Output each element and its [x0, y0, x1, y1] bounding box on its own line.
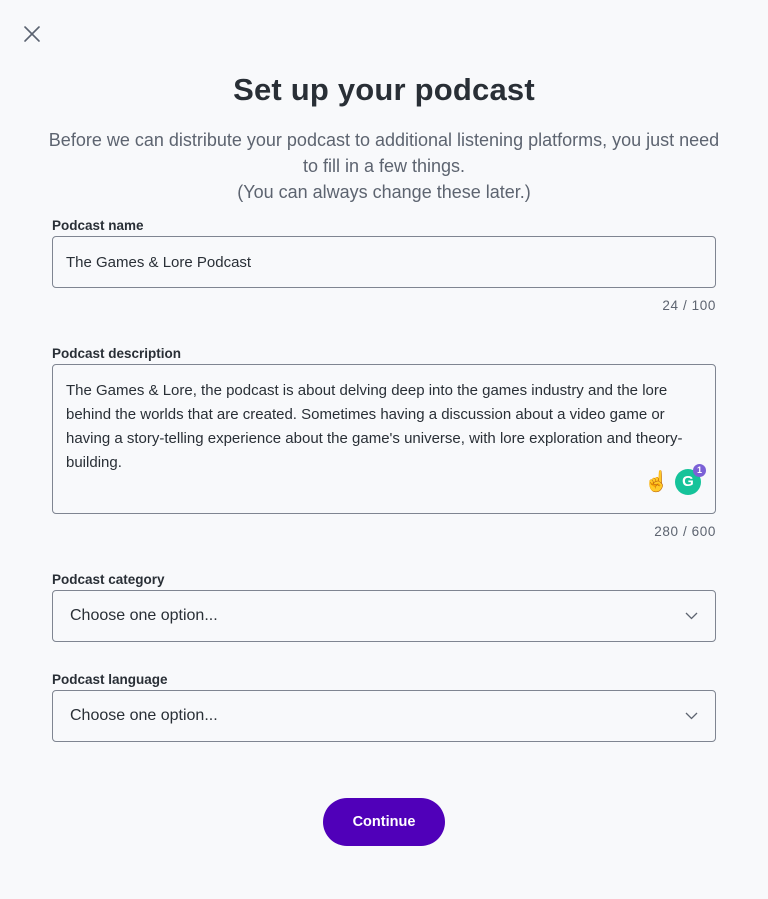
podcast-category-label: Podcast category: [52, 572, 165, 587]
close-button[interactable]: [20, 22, 44, 46]
podcast-category-select[interactable]: Choose one option...: [52, 590, 716, 642]
grammarly-count-badge: 1: [693, 464, 706, 477]
pointing-hand-icon[interactable]: ☝️: [644, 470, 669, 494]
setup-podcast-modal: Set up your podcast Before we can distri…: [0, 0, 768, 899]
podcast-name-label: Podcast name: [52, 218, 144, 233]
grammarly-icon[interactable]: G 1: [675, 464, 706, 495]
podcast-name-value: The Games & Lore Podcast: [66, 253, 252, 271]
subtitle-note: (You can always change these later.): [237, 182, 531, 202]
subtitle-text: Before we can distribute your podcast to…: [48, 130, 720, 176]
podcast-name-input[interactable]: The Games & Lore Podcast: [52, 236, 716, 288]
textarea-extension-icons: ☝️ G 1: [644, 464, 706, 495]
podcast-language-select[interactable]: Choose one option...: [52, 690, 716, 742]
page-title: Set up your podcast: [233, 72, 535, 107]
podcast-description-counter: 280 / 600: [654, 524, 716, 539]
podcast-description-value: The Games & Lore, the podcast is about d…: [66, 382, 683, 471]
page-subtitle: Before we can distribute your podcast to…: [40, 127, 728, 205]
close-icon[interactable]: [23, 25, 41, 43]
podcast-category-placeholder: Choose one option...: [70, 607, 218, 624]
podcast-language-placeholder: Choose one option...: [70, 707, 218, 724]
chevron-down-icon: [684, 709, 698, 723]
continue-button[interactable]: Continue: [323, 798, 445, 846]
grammarly-letter: G: [682, 473, 694, 490]
podcast-language-label: Podcast language: [52, 672, 168, 687]
chevron-down-icon: [684, 609, 698, 623]
podcast-description-textarea[interactable]: The Games & Lore, the podcast is about d…: [52, 364, 716, 514]
podcast-description-label: Podcast description: [52, 346, 182, 361]
podcast-name-counter: 24 / 100: [662, 298, 716, 313]
